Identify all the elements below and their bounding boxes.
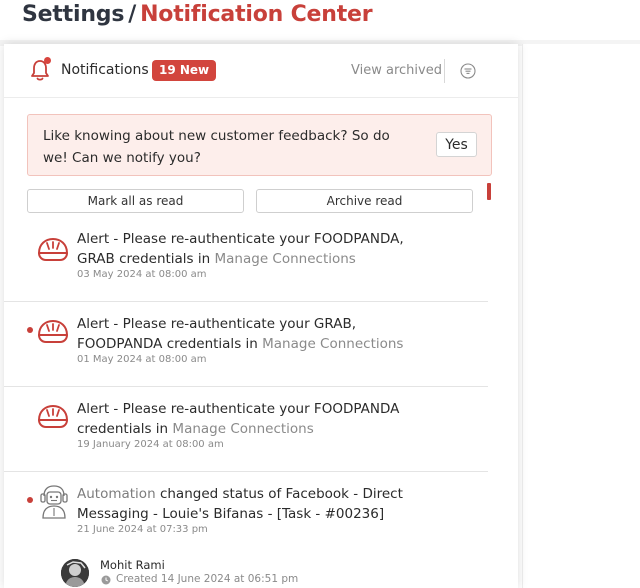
notification-text: Alert - Please re-authenticate your GRAB… xyxy=(77,314,437,354)
mark-all-read-button[interactable]: Mark all as read xyxy=(27,189,244,213)
bowl-icon xyxy=(38,405,68,428)
filter-icon[interactable] xyxy=(460,63,476,79)
notification-date: 19 January 2024 at 08:00 am xyxy=(77,439,224,450)
notification-date: 03 May 2024 at 08:00 am xyxy=(77,269,207,280)
bowl-icon xyxy=(38,238,68,261)
comment-author: Mohit Rami xyxy=(100,558,165,572)
notification-text: Alert - Please re-authenticate your FOOD… xyxy=(77,399,437,439)
unread-indicator xyxy=(27,497,33,503)
manage-connections-link[interactable]: Manage Connections xyxy=(262,336,403,352)
yes-button[interactable]: Yes xyxy=(436,132,477,157)
breadcrumb-settings[interactable]: Settings xyxy=(22,2,124,27)
avatar-image xyxy=(61,559,89,587)
notification-item[interactable]: Alert - Please re-authenticate your GRAB… xyxy=(4,314,488,386)
notification-divider xyxy=(4,301,488,302)
notification-divider xyxy=(4,386,488,387)
notification-permission-banner: Like knowing about new customer feedback… xyxy=(27,114,492,176)
header-divider xyxy=(444,59,445,83)
automation-actor: Automation xyxy=(77,486,156,502)
robot-icon xyxy=(40,485,68,519)
archive-read-button[interactable]: Archive read xyxy=(256,189,473,213)
notification-text: Alert - Please re-authenticate your FOOD… xyxy=(77,229,437,269)
page-title: Notification Center xyxy=(140,2,373,27)
notification-item[interactable]: Automation changed status of Facebook - … xyxy=(4,484,488,544)
notification-item[interactable]: Alert - Please re-authenticate your FOOD… xyxy=(4,229,488,301)
view-archived-link[interactable]: View archived xyxy=(351,63,442,78)
clock-icon xyxy=(101,575,111,585)
breadcrumb: Settings / Notification Center xyxy=(22,2,373,27)
notification-item[interactable]: Alert - Please re-authenticate your FOOD… xyxy=(4,399,488,471)
notification-divider xyxy=(4,471,488,472)
avatar[interactable] xyxy=(61,559,89,587)
manage-connections-link[interactable]: Manage Connections xyxy=(215,251,356,267)
notifications-title: Notifications xyxy=(61,62,149,78)
bell-unread-dot xyxy=(44,57,51,64)
page-background-panel xyxy=(522,44,640,588)
unread-indicator xyxy=(27,327,33,333)
notification-panel: Notifications 19 New View archived Like … xyxy=(4,44,518,588)
comment-created-date: Created 14 June 2024 at 06:51 pm xyxy=(116,573,299,585)
notification-text: Automation changed status of Facebook - … xyxy=(77,484,437,524)
bowl-icon xyxy=(38,320,68,343)
breadcrumb-separator: / xyxy=(128,2,137,27)
scrollbar-thumb[interactable] xyxy=(487,183,491,200)
notification-panel-header: Notifications 19 New View archived xyxy=(4,44,518,98)
new-count-badge: 19 New xyxy=(152,60,217,81)
notification-date: 01 May 2024 at 08:00 am xyxy=(77,354,207,365)
manage-connections-link[interactable]: Manage Connections xyxy=(172,421,313,437)
banner-text: Like knowing about new customer feedback… xyxy=(43,128,390,166)
notification-date: 21 June 2024 at 07:33 pm xyxy=(77,524,208,535)
